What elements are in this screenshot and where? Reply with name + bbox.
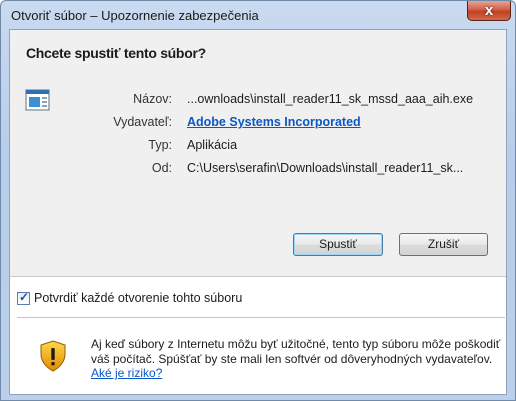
window-title: Otvoriť súbor – Upozornenie zabezpečenia: [11, 8, 259, 23]
from-value: C:\Users\serafin\Downloads\install_reade…: [187, 161, 464, 175]
close-icon: x: [484, 2, 494, 19]
checkmark-icon: ✓: [19, 290, 30, 304]
risk-link[interactable]: Aké je riziko?: [91, 366, 162, 380]
close-button[interactable]: x: [467, 1, 511, 21]
publisher-link[interactable]: Adobe Systems Incorporated: [187, 115, 361, 129]
warning-message: Aj keď súbory z Internetu môžu byť užito…: [91, 337, 501, 381]
application-icon: [25, 89, 50, 111]
from-label: Od:: [151, 161, 172, 175]
confirm-checkbox[interactable]: ✓: [17, 290, 30, 305]
publisher-label: Vydavateľ:: [113, 115, 172, 129]
name-label: Názov:: [133, 92, 172, 106]
type-label: Typ:: [148, 138, 172, 152]
confirm-checkbox-label[interactable]: Potvrdiť každé otvorenie tohto súboru: [34, 291, 242, 305]
type-value: Aplikácia: [187, 138, 238, 152]
warning-text: Aj keď súbory z Internetu môžu byť užito…: [91, 337, 501, 366]
question-heading: Chcete spustiť tento súbor?: [26, 45, 206, 61]
shield-warning-icon: [40, 340, 66, 372]
run-button[interactable]: Spustiť: [293, 233, 383, 256]
divider: [17, 317, 505, 318]
cancel-button[interactable]: Zrušiť: [399, 233, 488, 256]
name-value: ...ownloads\install_reader11_sk_mssd_aaa…: [187, 92, 474, 106]
security-warning-window: Otvoriť súbor – Upozornenie zabezpečenia…: [0, 0, 516, 401]
title-bar[interactable]: Otvoriť súbor – Upozornenie zabezpečenia…: [1, 1, 515, 29]
